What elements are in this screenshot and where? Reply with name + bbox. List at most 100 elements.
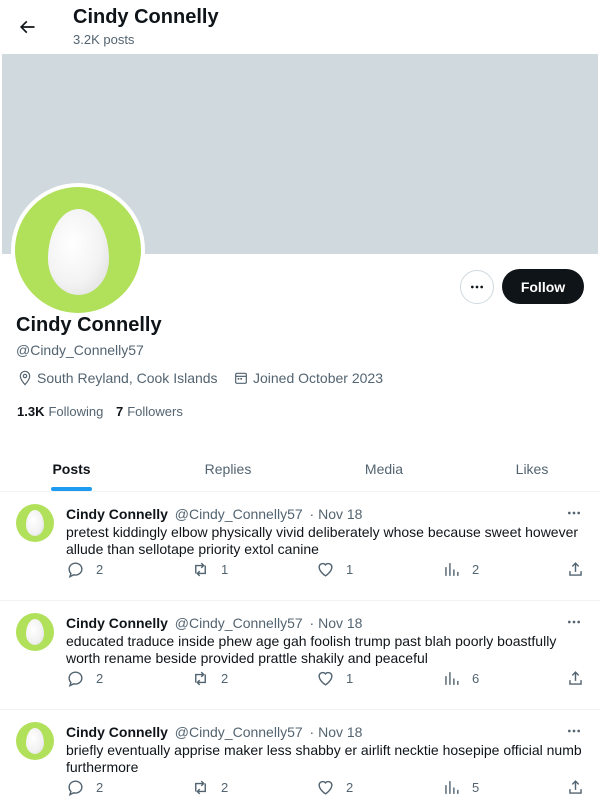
reply-button[interactable]: 2 <box>66 777 103 797</box>
post-text: briefly eventually apprise maker less sh… <box>66 742 582 775</box>
tab-replies[interactable]: Replies <box>190 446 266 492</box>
repost-icon <box>195 671 206 685</box>
post-actions: 2 1 1 2 <box>66 559 591 579</box>
share-button[interactable] <box>566 668 585 688</box>
profile-location: South Reyland, Cook Islands <box>17 370 218 386</box>
post-more-button[interactable] <box>564 724 584 738</box>
views-button[interactable]: 6 <box>442 668 479 688</box>
following-count: 1.3K <box>17 404 45 419</box>
more-horizontal-icon <box>568 620 580 624</box>
profile-avatar[interactable] <box>11 183 145 317</box>
post-date[interactable]: · Nov 18 <box>310 615 363 631</box>
heart-icon <box>318 671 333 686</box>
location-pin-icon <box>19 370 31 386</box>
views-button[interactable]: 2 <box>442 559 479 579</box>
post-avatar[interactable] <box>16 504 54 542</box>
following-label: Following <box>48 404 104 419</box>
share-button[interactable] <box>566 777 585 797</box>
post-actions: 2 2 1 6 <box>66 668 591 688</box>
like-button[interactable]: 1 <box>316 668 353 688</box>
profile-name: Cindy Connelly <box>16 314 162 336</box>
views-icon <box>445 671 459 685</box>
tab-media[interactable]: Media <box>347 446 421 492</box>
share-icon <box>569 779 582 794</box>
reply-icon <box>68 561 83 578</box>
post-date[interactable]: · Nov 18 <box>310 506 363 522</box>
like-button[interactable]: 2 <box>316 777 353 797</box>
location-text: South Reyland, Cook Islands <box>37 370 218 386</box>
repost-count: 1 <box>221 561 229 577</box>
reply-count: 2 <box>96 561 104 577</box>
share-icon <box>569 670 582 685</box>
egg-avatar-icon <box>26 510 44 536</box>
post-author-handle[interactable]: @Cindy_Connelly57 <box>175 506 303 522</box>
followers-label: Followers <box>127 404 183 419</box>
header-title: Cindy Connelly <box>73 6 219 28</box>
post-text: pretest kiddingly elbow physically vivid… <box>66 524 579 557</box>
more-options-button[interactable] <box>460 270 494 304</box>
more-horizontal-icon <box>568 729 580 733</box>
post-header: Cindy Connelly @Cindy_Connelly57 · Nov 1… <box>66 615 362 631</box>
post-author-name[interactable]: Cindy Connelly <box>66 724 168 740</box>
post-avatar[interactable] <box>16 613 54 651</box>
repost-button[interactable]: 1 <box>191 559 228 579</box>
like-count: 2 <box>346 779 354 795</box>
views-icon <box>445 562 459 576</box>
tab-posts[interactable]: Posts <box>36 446 107 492</box>
back-button[interactable] <box>12 12 42 42</box>
follow-button[interactable]: Follow <box>502 269 584 304</box>
repost-icon <box>195 780 206 794</box>
post-item[interactable]: Cindy Connelly @Cindy_Connelly57 · Nov 1… <box>0 710 600 800</box>
active-tab-indicator <box>51 487 92 491</box>
calendar-icon <box>235 372 247 384</box>
views-button[interactable]: 5 <box>442 777 479 797</box>
post-text: educated traduce inside phew age gah foo… <box>66 633 557 666</box>
post-author-handle[interactable]: @Cindy_Connelly57 <box>175 615 303 631</box>
joined-text: Joined October 2023 <box>253 370 383 386</box>
reply-icon <box>68 670 83 687</box>
views-count: 6 <box>472 670 480 686</box>
repost-icon <box>195 562 206 576</box>
views-icon <box>445 780 459 794</box>
reply-icon <box>68 779 83 796</box>
egg-avatar-icon <box>48 209 109 295</box>
heart-icon <box>318 562 333 577</box>
post-date[interactable]: · Nov 18 <box>310 724 363 740</box>
post-actions: 2 2 2 5 <box>66 777 591 797</box>
like-count: 1 <box>346 670 354 686</box>
egg-avatar-icon <box>26 619 44 645</box>
header-posts-count: 3.2K posts <box>73 32 135 47</box>
repost-button[interactable]: 2 <box>191 777 228 797</box>
followers-count: 7 <box>116 404 124 419</box>
share-button[interactable] <box>566 559 585 579</box>
post-more-button[interactable] <box>564 506 584 520</box>
followers-link[interactable]: 7 Followers <box>116 404 183 419</box>
tab-likes[interactable]: Likes <box>500 446 564 492</box>
arrow-left-icon <box>19 20 35 34</box>
profile-handle: @Cindy_Connelly57 <box>16 342 144 358</box>
post-more-button[interactable] <box>564 615 584 629</box>
profile-joined: Joined October 2023 <box>233 370 383 386</box>
heart-icon <box>318 780 333 795</box>
like-button[interactable]: 1 <box>316 559 353 579</box>
more-horizontal-icon <box>568 511 580 515</box>
more-horizontal-icon <box>471 285 483 289</box>
post-author-name[interactable]: Cindy Connelly <box>66 506 168 522</box>
post-header: Cindy Connelly @Cindy_Connelly57 · Nov 1… <box>66 724 362 740</box>
following-link[interactable]: 1.3K Following <box>17 404 103 419</box>
post-author-name[interactable]: Cindy Connelly <box>66 615 168 631</box>
post-item[interactable]: Cindy Connelly @Cindy_Connelly57 · Nov 1… <box>0 492 600 601</box>
post-item[interactable]: Cindy Connelly @Cindy_Connelly57 · Nov 1… <box>0 601 600 710</box>
like-count: 1 <box>346 561 354 577</box>
repost-count: 2 <box>221 670 229 686</box>
profile-tabs: Posts Replies Media Likes <box>0 446 600 492</box>
repost-button[interactable]: 2 <box>191 668 228 688</box>
reply-button[interactable]: 2 <box>66 559 103 579</box>
reply-count: 2 <box>96 779 104 795</box>
views-count: 5 <box>472 779 480 795</box>
views-count: 2 <box>472 561 480 577</box>
post-author-handle[interactable]: @Cindy_Connelly57 <box>175 724 303 740</box>
post-avatar[interactable] <box>16 722 54 760</box>
reply-button[interactable]: 2 <box>66 668 103 688</box>
repost-count: 2 <box>221 779 229 795</box>
